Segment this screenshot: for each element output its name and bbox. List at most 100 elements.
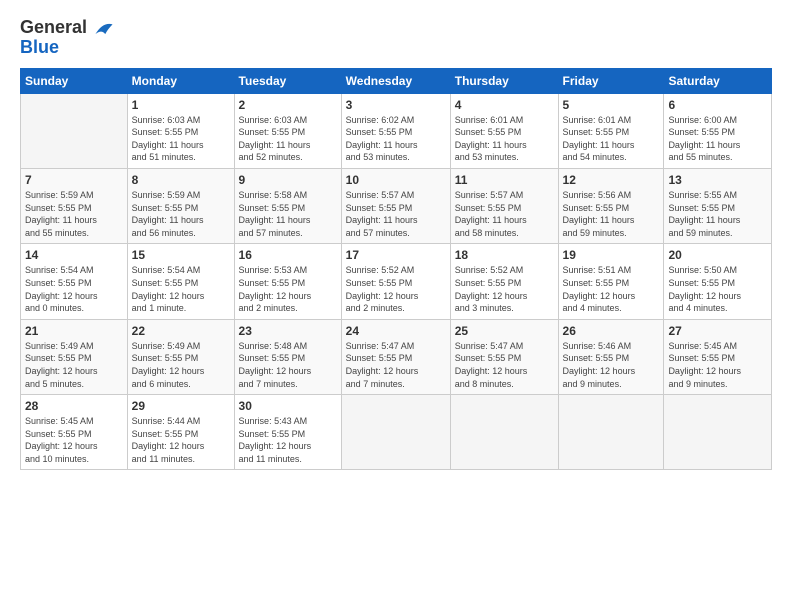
day-number: 23 [239,324,337,338]
day-cell: 2 Sunrise: 6:03 AM Sunset: 5:55 PM Daylig… [234,93,341,168]
col-header-friday: Friday [558,68,664,93]
day-info: Sunrise: 5:59 AM Sunset: 5:55 PM Dayligh… [132,189,230,239]
day-number: 26 [563,324,660,338]
day-info: Sunrise: 5:57 AM Sunset: 5:55 PM Dayligh… [346,189,446,239]
day-cell: 20 Sunrise: 5:50 AM Sunset: 5:55 PM Dayli… [664,244,772,319]
day-number: 12 [563,173,660,187]
day-number: 24 [346,324,446,338]
day-cell: 5Sunrise: 6:01 AM Sunset: 5:55 PM Daylig… [558,93,664,168]
day-cell: 10 Sunrise: 5:57 AM Sunset: 5:55 PM Dayli… [341,168,450,243]
day-cell: 15 Sunrise: 5:54 AM Sunset: 5:55 PM Dayli… [127,244,234,319]
header: General Blue [20,18,772,58]
day-number: 21 [25,324,123,338]
logo: General Blue [20,18,115,58]
day-cell: 29 Sunrise: 5:44 AM Sunset: 5:55 PM Dayli… [127,395,234,470]
day-cell [450,395,558,470]
day-info: Sunrise: 5:44 AM Sunset: 5:55 PM Dayligh… [132,415,230,465]
day-cell: 13 Sunrise: 5:55 AM Sunset: 5:55 PM Dayli… [664,168,772,243]
day-info: Sunrise: 5:43 AM Sunset: 5:55 PM Dayligh… [239,415,337,465]
day-number: 16 [239,248,337,262]
day-number: 28 [25,399,123,413]
col-header-thursday: Thursday [450,68,558,93]
col-header-sunday: Sunday [21,68,128,93]
week-row-1: 1 Sunrise: 6:03 AM Sunset: 5:55 PM Daylig… [21,93,772,168]
day-cell: 24 Sunrise: 5:47 AM Sunset: 5:55 PM Dayli… [341,319,450,394]
logo-general: General [20,17,87,37]
day-info: Sunrise: 6:00 AM Sunset: 5:55 PM Dayligh… [668,114,767,164]
day-info: Sunrise: 6:03 AM Sunset: 5:55 PM Dayligh… [239,114,337,164]
week-row-2: 7 Sunrise: 5:59 AM Sunset: 5:55 PM Daylig… [21,168,772,243]
day-info: Sunrise: 5:53 AM Sunset: 5:55 PM Dayligh… [239,264,337,314]
day-cell: 9 Sunrise: 5:58 AM Sunset: 5:55 PM Daylig… [234,168,341,243]
day-info: Sunrise: 5:55 AM Sunset: 5:55 PM Dayligh… [668,189,767,239]
day-number: 11 [455,173,554,187]
day-cell: 30 Sunrise: 5:43 AM Sunset: 5:55 PM Dayli… [234,395,341,470]
day-info: Sunrise: 5:54 AM Sunset: 5:55 PM Dayligh… [132,264,230,314]
logo-blue: Blue [20,37,59,57]
day-cell: 21 Sunrise: 5:49 AM Sunset: 5:55 PM Dayli… [21,319,128,394]
day-cell: 8Sunrise: 5:59 AM Sunset: 5:55 PM Daylig… [127,168,234,243]
day-info: Sunrise: 5:51 AM Sunset: 5:55 PM Dayligh… [563,264,660,314]
day-cell: 18Sunrise: 5:52 AM Sunset: 5:55 PM Dayli… [450,244,558,319]
day-number: 25 [455,324,554,338]
day-number: 7 [25,173,123,187]
day-info: Sunrise: 5:57 AM Sunset: 5:55 PM Dayligh… [455,189,554,239]
day-number: 9 [239,173,337,187]
day-cell: 14Sunrise: 5:54 AM Sunset: 5:55 PM Dayli… [21,244,128,319]
logo-wordmark: General Blue [20,18,115,58]
day-number: 14 [25,248,123,262]
day-cell: 3Sunrise: 6:02 AM Sunset: 5:55 PM Daylig… [341,93,450,168]
day-number: 30 [239,399,337,413]
day-cell [558,395,664,470]
day-number: 29 [132,399,230,413]
day-number: 2 [239,98,337,112]
day-info: Sunrise: 5:47 AM Sunset: 5:55 PM Dayligh… [346,340,446,390]
day-number: 13 [668,173,767,187]
day-number: 1 [132,98,230,112]
col-header-tuesday: Tuesday [234,68,341,93]
day-info: Sunrise: 5:56 AM Sunset: 5:55 PM Dayligh… [563,189,660,239]
day-cell: 6 Sunrise: 6:00 AM Sunset: 5:55 PM Daylig… [664,93,772,168]
day-info: Sunrise: 5:45 AM Sunset: 5:55 PM Dayligh… [668,340,767,390]
day-cell: 19 Sunrise: 5:51 AM Sunset: 5:55 PM Dayli… [558,244,664,319]
col-header-monday: Monday [127,68,234,93]
day-number: 4 [455,98,554,112]
day-info: Sunrise: 5:48 AM Sunset: 5:55 PM Dayligh… [239,340,337,390]
day-number: 10 [346,173,446,187]
day-number: 20 [668,248,767,262]
day-cell: 11 Sunrise: 5:57 AM Sunset: 5:55 PM Dayli… [450,168,558,243]
day-cell: 1Sunrise: 6:03 AM Sunset: 5:55 PM Daylig… [127,93,234,168]
day-number: 18 [455,248,554,262]
day-info: Sunrise: 5:59 AM Sunset: 5:55 PM Dayligh… [25,189,123,239]
week-row-5: 28 Sunrise: 5:45 AM Sunset: 5:55 PM Dayli… [21,395,772,470]
day-cell: 4 Sunrise: 6:01 AM Sunset: 5:55 PM Daylig… [450,93,558,168]
day-number: 19 [563,248,660,262]
col-header-saturday: Saturday [664,68,772,93]
col-header-wednesday: Wednesday [341,68,450,93]
day-info: Sunrise: 5:49 AM Sunset: 5:55 PM Dayligh… [25,340,123,390]
day-number: 5 [563,98,660,112]
day-info: Sunrise: 5:50 AM Sunset: 5:55 PM Dayligh… [668,264,767,314]
day-info: Sunrise: 5:58 AM Sunset: 5:55 PM Dayligh… [239,189,337,239]
day-number: 27 [668,324,767,338]
day-cell: 28 Sunrise: 5:45 AM Sunset: 5:55 PM Dayli… [21,395,128,470]
day-cell: 26Sunrise: 5:46 AM Sunset: 5:55 PM Dayli… [558,319,664,394]
day-number: 15 [132,248,230,262]
day-cell: 17Sunrise: 5:52 AM Sunset: 5:55 PM Dayli… [341,244,450,319]
day-number: 22 [132,324,230,338]
day-cell: 12 Sunrise: 5:56 AM Sunset: 5:55 PM Dayli… [558,168,664,243]
logo-bird-icon [93,19,115,37]
week-row-3: 14 Sunrise: 5:54 AM Sunset: 5:55 PM Dayli… [21,244,772,319]
day-number: 6 [668,98,767,112]
day-cell [664,395,772,470]
day-number: 3 [346,98,446,112]
day-cell: 7 Sunrise: 5:59 AM Sunset: 5:55 PM Daylig… [21,168,128,243]
day-info: Sunrise: 6:01 AM Sunset: 5:55 PM Dayligh… [455,114,554,164]
day-cell: 23 Sunrise: 5:48 AM Sunset: 5:55 PM Dayli… [234,319,341,394]
day-cell: 22Sunrise: 5:49 AM Sunset: 5:55 PM Dayli… [127,319,234,394]
day-info: Sunrise: 5:45 AM Sunset: 5:55 PM Dayligh… [25,415,123,465]
day-cell [21,93,128,168]
day-info: Sunrise: 5:47 AM Sunset: 5:55 PM Dayligh… [455,340,554,390]
day-cell [341,395,450,470]
calendar-table: SundayMondayTuesdayWednesdayThursdayFrid… [20,68,772,471]
